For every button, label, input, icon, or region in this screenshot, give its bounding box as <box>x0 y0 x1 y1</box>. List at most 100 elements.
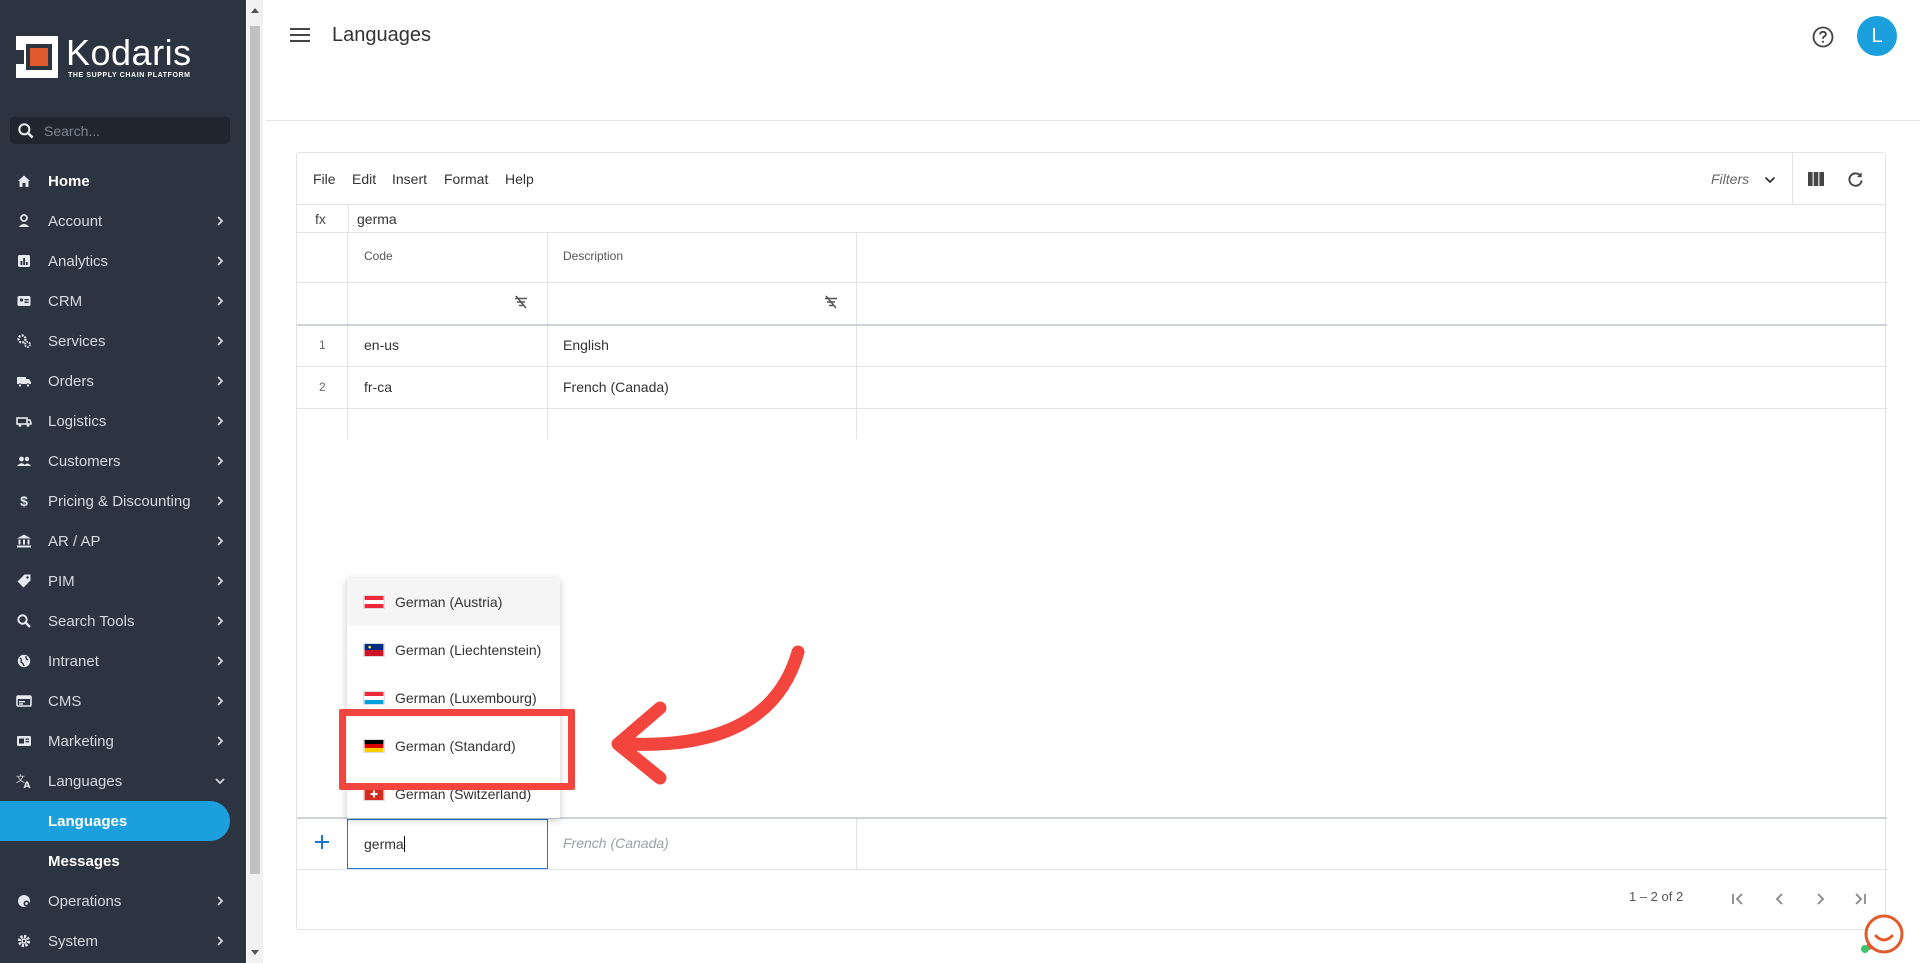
chevron-right-icon <box>217 936 224 946</box>
column-header-description[interactable]: Description <box>563 249 623 263</box>
sidebar-item-customers[interactable]: Customers <box>0 441 246 481</box>
new-row-code-value: germa <box>364 836 404 852</box>
gear-icon <box>17 934 31 948</box>
menu-insert[interactable]: Insert <box>392 171 427 187</box>
hamburger-menu-icon[interactable] <box>290 28 310 44</box>
new-row-code-input[interactable]: germa <box>347 819 548 869</box>
option-german-liechtenstein[interactable]: German (Liechtenstein) <box>347 626 560 674</box>
first-page-icon[interactable] <box>1729 890 1747 908</box>
sidebar-nav: Home Account Analytics CRM Services Orde… <box>0 161 246 961</box>
chat-support-icon[interactable] <box>1860 912 1904 956</box>
cms-icon <box>16 695 32 707</box>
formula-label: fx <box>315 211 326 227</box>
menu-edit[interactable]: Edit <box>352 171 376 187</box>
home-icon <box>18 175 30 187</box>
cell-code[interactable]: en-us <box>364 337 399 353</box>
columns-icon[interactable] <box>1807 170 1825 188</box>
sidebar-item-cms[interactable]: CMS <box>0 681 246 721</box>
pagination-range: 1 – 2 of 2 <box>1629 889 1684 904</box>
kodaris-logo[interactable]: Kodaris THE SUPPLY CHAIN PLATFORM <box>16 34 192 80</box>
analytics-icon <box>18 255 30 267</box>
sidebar-item-analytics[interactable]: Analytics <box>0 241 246 281</box>
option-german-austria[interactable]: German (Austria) <box>347 578 560 626</box>
cell-code[interactable]: fr-ca <box>364 379 392 395</box>
formula-bar[interactable]: fx germa <box>297 205 1885 233</box>
austria-flag-icon <box>363 595 385 609</box>
scroll-down-arrow-icon[interactable] <box>251 950 259 955</box>
sidebar-item-services[interactable]: Services <box>0 321 246 361</box>
sidebar-item-pim[interactable]: PIM <box>0 561 246 601</box>
row-number: 2 <box>319 380 326 394</box>
sidebar-item-label: CMS <box>48 692 82 710</box>
next-page-icon[interactable] <box>1811 890 1829 908</box>
filters-dropdown[interactable]: Filters <box>1711 171 1749 187</box>
bank-icon <box>17 534 31 548</box>
grid-line <box>856 819 857 869</box>
grid-line <box>297 324 1887 326</box>
sidebar-item-languages[interactable]: Languages <box>0 801 230 841</box>
chevron-right-icon <box>217 336 224 346</box>
chevron-right-icon <box>217 896 224 906</box>
search-icon <box>18 123 34 139</box>
scrollbar-thumb[interactable] <box>250 26 260 874</box>
filter-clear-icon[interactable] <box>513 294 529 310</box>
last-page-icon[interactable] <box>1851 890 1869 908</box>
sidebar-search-input[interactable]: Search... <box>10 117 230 144</box>
new-row-description-placeholder[interactable]: French (Canada) <box>563 835 669 851</box>
sidebar-item-crm[interactable]: CRM <box>0 281 246 321</box>
chevron-right-icon <box>217 616 224 626</box>
sidebar-item-home[interactable]: Home <box>0 161 246 201</box>
sidebar-item-marketing[interactable]: Marketing <box>0 721 246 761</box>
sidebar-item-search-tools[interactable]: Search Tools <box>0 601 246 641</box>
menu-format[interactable]: Format <box>444 171 488 187</box>
dollar-icon: $ <box>20 493 28 509</box>
chevron-right-icon <box>217 656 224 666</box>
row-number: 1 <box>319 338 326 352</box>
customers-icon <box>17 456 31 466</box>
previous-page-icon[interactable] <box>1771 890 1789 908</box>
sidebar-item-intranet[interactable]: Intranet <box>0 641 246 681</box>
help-icon[interactable] <box>1811 25 1835 49</box>
avatar[interactable]: L <box>1857 16 1897 56</box>
sidebar-item-pricing[interactable]: $ Pricing & Discounting <box>0 481 246 521</box>
sidebar-item-languages-group[interactable]: 文A Languages <box>0 761 246 801</box>
refresh-icon[interactable] <box>1846 170 1865 189</box>
sidebar-item-logistics[interactable]: Logistics <box>0 401 246 441</box>
chevron-right-icon <box>217 736 224 746</box>
page-title: Languages <box>332 24 431 46</box>
toolbar-divider <box>1792 153 1793 205</box>
services-icon <box>17 334 31 348</box>
menu-file[interactable]: File <box>313 171 336 187</box>
sidebar-item-label: Messages <box>48 852 120 870</box>
kodaris-logo-mark <box>16 36 58 78</box>
truck-icon <box>17 377 31 388</box>
sidebar-item-label: Pricing & Discounting <box>48 492 191 510</box>
formula-value[interactable]: germa <box>357 211 397 227</box>
sidebar-item-orders[interactable]: Orders <box>0 361 246 401</box>
cell-description[interactable]: English <box>563 337 609 353</box>
filter-clear-icon[interactable] <box>823 294 839 310</box>
sidebar-item-operations[interactable]: Operations <box>0 881 246 921</box>
option-label: German (Liechtenstein) <box>395 642 542 658</box>
sidebar: Kodaris THE SUPPLY CHAIN PLATFORM Search… <box>0 0 246 963</box>
add-row-icon[interactable] <box>314 834 330 850</box>
sidebar-item-label: Account <box>48 212 103 230</box>
globe-icon <box>17 654 31 668</box>
menu-help[interactable]: Help <box>505 171 534 187</box>
chevron-down-icon[interactable] <box>1763 173 1777 187</box>
scroll-up-arrow-icon[interactable] <box>251 8 259 13</box>
sidebar-scrollbar[interactable] <box>247 0 263 963</box>
sidebar-item-label: Logistics <box>48 412 107 430</box>
sidebar-item-account[interactable]: Account <box>0 201 246 241</box>
grid-line <box>297 869 1887 870</box>
sidebar-item-label: Customers <box>48 452 121 470</box>
sidebar-item-messages[interactable]: Messages <box>0 841 246 881</box>
brand-name: Kodaris <box>66 32 192 73</box>
chevron-right-icon <box>217 496 224 506</box>
column-header-code[interactable]: Code <box>364 249 393 263</box>
logistics-icon <box>16 417 32 427</box>
chevron-right-icon <box>217 456 224 466</box>
sidebar-item-system[interactable]: System <box>0 921 246 961</box>
sidebar-item-ar-ap[interactable]: AR / AP <box>0 521 246 561</box>
cell-description[interactable]: French (Canada) <box>563 379 669 395</box>
